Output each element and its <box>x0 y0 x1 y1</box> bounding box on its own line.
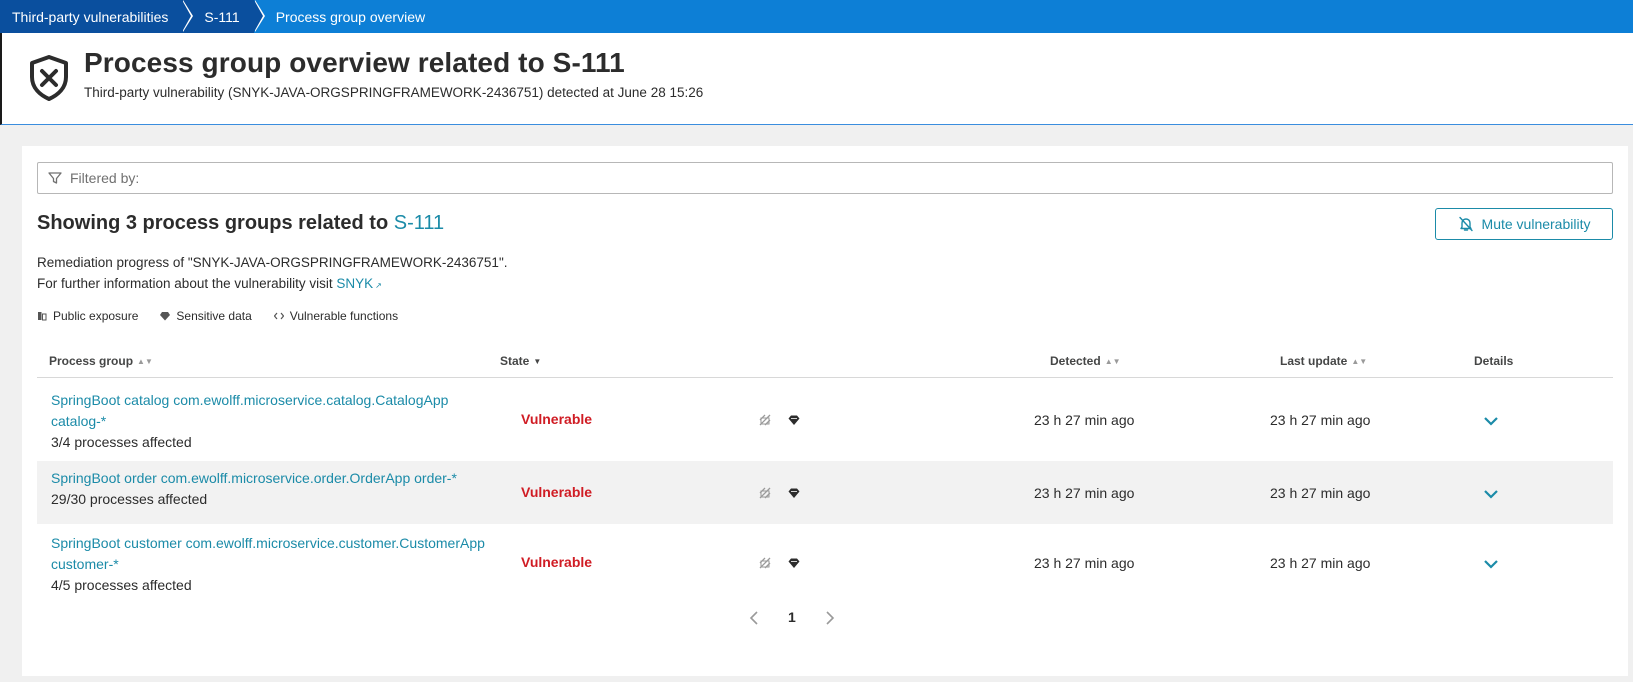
sensitive-data-icon <box>788 415 800 425</box>
snyk-link[interactable]: SNYK <box>336 276 373 291</box>
pagination: 1 <box>22 606 1628 630</box>
legend-public-exposure: Public exposure <box>37 309 138 323</box>
process-group-link[interactable]: SpringBoot catalog com.ewolff.microservi… <box>51 392 448 408</box>
column-last-update[interactable]: Last update ▲▼ <box>1280 354 1367 368</box>
detected-value: 23 h 27 min ago <box>1034 485 1135 501</box>
column-detected-label: Detected <box>1050 354 1101 368</box>
remediation-line2-prefix: For further information about the vulner… <box>37 276 337 291</box>
last-update-value: 23 h 27 min ago <box>1270 555 1371 571</box>
page-title: Process group overview related to S-111 <box>84 47 625 78</box>
showing-prefix: Showing 3 process groups related to <box>37 212 394 234</box>
column-details: Details <box>1474 354 1513 368</box>
legend: Public exposure Sensitive data Vulnerabl… <box>37 309 398 323</box>
last-update-value: 23 h 27 min ago <box>1270 485 1371 501</box>
last-update-value: 23 h 27 min ago <box>1270 412 1371 428</box>
column-process-group[interactable]: Process group ▲▼ <box>49 354 153 368</box>
detected-value: 23 h 27 min ago <box>1034 412 1135 428</box>
processes-affected: 29/30 processes affected <box>51 491 208 507</box>
chevron-right-icon[interactable] <box>824 610 836 626</box>
table-row: SpringBoot customer com.ewolff.microserv… <box>37 524 1613 606</box>
table-header: Process group ▲▼ State ▼ Detected ▲▼ Las… <box>37 342 1613 378</box>
remediation-text: Remediation progress of "SNYK-JAVA-ORGSP… <box>37 252 507 296</box>
process-group-link[interactable]: SpringBoot customer com.ewolff.microserv… <box>51 535 485 551</box>
processes-affected: 4/5 processes affected <box>51 577 192 593</box>
chevron-down-icon[interactable] <box>1483 415 1499 427</box>
column-detected[interactable]: Detected ▲▼ <box>1050 354 1121 368</box>
chevron-left-icon[interactable] <box>748 610 760 626</box>
sort-icon: ▲▼ <box>1351 356 1368 366</box>
process-group-card: Filtered by: Showing 3 process groups re… <box>22 146 1628 676</box>
legend-vulnerable-functions-label: Vulnerable functions <box>289 309 399 323</box>
showing-heading: Showing 3 process groups related to S-11… <box>37 212 444 235</box>
process-group-cell: SpringBoot order com.ewolff.microservice… <box>51 468 491 510</box>
filter-placeholder: Filtered by: <box>70 170 140 186</box>
chevron-down-icon[interactable] <box>1483 488 1499 500</box>
breadcrumb: Third-party vulnerabilities S-111 Proces… <box>0 0 1633 33</box>
public-exposure-icon <box>759 414 771 426</box>
mute-vulnerability-button[interactable]: Mute vulnerability <box>1435 208 1613 240</box>
legend-sensitive-data: Sensitive data <box>160 309 252 323</box>
breadcrumb-process-group-overview: Process group overview <box>275 8 426 25</box>
sensitive-data-icon <box>788 558 800 568</box>
sensitive-data-icon <box>160 312 171 321</box>
showing-link-s-111[interactable]: S-111 <box>394 212 444 234</box>
mute-vulnerability-label: Mute vulnerability <box>1481 216 1591 232</box>
state-value: Vulnerable <box>521 554 593 570</box>
filter-input[interactable]: Filtered by: <box>37 162 1613 194</box>
process-group-link-line2[interactable]: catalog-* <box>51 413 106 429</box>
table-row: SpringBoot catalog com.ewolff.microservi… <box>37 379 1613 461</box>
detected-value: 23 h 27 min ago <box>1034 555 1135 571</box>
remediation-line2: For further information about the vulner… <box>37 273 507 296</box>
code-icon <box>273 312 284 320</box>
legend-vulnerable-functions: Vulnerable functions <box>273 309 399 323</box>
state-value: Vulnerable <box>521 411 593 427</box>
sort-desc-icon: ▼ <box>533 356 542 366</box>
table-row: SpringBoot order com.ewolff.microservice… <box>37 461 1613 524</box>
chevron-down-icon[interactable] <box>1483 558 1499 570</box>
column-details-label: Details <box>1474 354 1514 368</box>
processes-affected: 3/4 processes affected <box>51 434 192 450</box>
column-last-update-label: Last update <box>1280 354 1348 368</box>
sort-icon: ▲▼ <box>1104 356 1121 366</box>
process-group-link[interactable]: SpringBoot order com.ewolff.microservice… <box>51 470 457 486</box>
page-number-current[interactable]: 1 <box>788 609 796 625</box>
public-exposure-icon <box>759 557 771 569</box>
column-state-label: State <box>500 354 530 368</box>
process-group-cell: SpringBoot catalog com.ewolff.microservi… <box>51 390 491 453</box>
breadcrumb-third-party-vulnerabilities[interactable]: Third-party vulnerabilities <box>0 0 194 33</box>
legend-sensitive-data-label: Sensitive data <box>176 309 252 323</box>
state-value: Vulnerable <box>521 484 593 500</box>
shield-x-icon <box>30 55 68 101</box>
process-group-link-line2[interactable]: customer-* <box>51 556 119 572</box>
public-exposure-icon <box>759 487 771 499</box>
sort-icon: ▲▼ <box>137 356 153 366</box>
sensitive-data-icon <box>788 488 800 498</box>
process-group-cell: SpringBoot customer com.ewolff.microserv… <box>51 533 491 596</box>
column-process-group-label: Process group <box>49 354 134 368</box>
external-link-icon: ↗ <box>375 281 382 290</box>
bell-muted-icon <box>1458 216 1473 232</box>
column-state[interactable]: State ▼ <box>500 354 541 368</box>
legend-public-exposure-label: Public exposure <box>53 309 139 323</box>
page-header: Process group overview related to S-111 … <box>0 33 1633 125</box>
filter-icon <box>48 172 62 184</box>
public-exposure-icon <box>38 312 47 321</box>
remediation-line1: Remediation progress of "SNYK-JAVA-ORGSP… <box>37 255 508 270</box>
page-subtitle: Third-party vulnerability (SNYK-JAVA-ORG… <box>84 85 704 100</box>
